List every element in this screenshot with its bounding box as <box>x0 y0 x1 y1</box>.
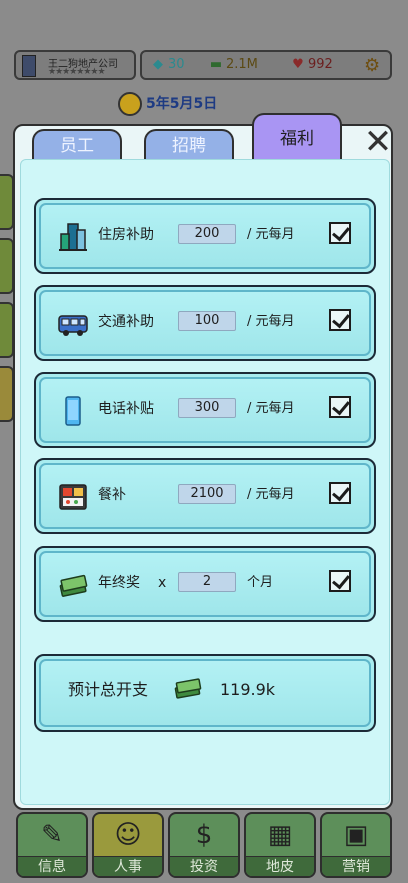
side-tab[interactable] <box>0 366 14 422</box>
settings-gear-icon[interactable]: ⚙ <box>364 55 380 76</box>
cash-icon <box>59 574 88 597</box>
benefit-label: 电话补贴 <box>98 401 154 417</box>
side-tab[interactable] <box>0 174 14 230</box>
phone-icon <box>65 396 81 426</box>
benefit-unit: / 元每月 <box>247 227 295 242</box>
meal-checkbox[interactable] <box>329 482 351 504</box>
multiplier-sign: x <box>158 575 167 591</box>
cash-stack-icon: ▬ <box>209 57 223 72</box>
benefit-unit: / 元每月 <box>247 487 295 502</box>
nav-label: 营销 <box>322 856 390 876</box>
benefit-row-housing: 住房补助 200 / 元每月 <box>34 198 376 274</box>
total-expense-box: 预计总开支 119.9k <box>34 654 376 732</box>
building-icon <box>59 223 87 251</box>
company-badge[interactable]: 王二狗地产公司 ★★★★★★★★ <box>14 50 136 80</box>
nav-label: 信息 <box>18 856 86 876</box>
gems-resource: ◆ 30 <box>148 57 185 72</box>
nav-invest-button[interactable]: $ 投资 <box>168 812 240 878</box>
shopping-bag-icon: ▣ <box>343 820 369 850</box>
benefit-row-bonus: 年终奖 x 2 个月 <box>34 546 376 622</box>
money-resource: ▬ 2.1M <box>206 57 258 72</box>
bus-icon <box>58 315 88 336</box>
close-icon[interactable]: ✕ <box>358 124 398 160</box>
benefit-label: 餐补 <box>98 487 126 503</box>
nav-land-button[interactable]: ▦ 地皮 <box>244 812 316 878</box>
total-expense-label: 预计总开支 <box>68 680 149 699</box>
benefit-unit: / 元每月 <box>247 401 295 416</box>
benefit-row-phone: 电话补贴 300 / 元每月 <box>34 372 376 448</box>
nav-label: 投资 <box>170 856 238 876</box>
benefit-unit: 个月 <box>247 575 274 590</box>
heart-icon: ♥ <box>292 57 304 72</box>
side-tab[interactable] <box>0 302 14 358</box>
tab-benefits[interactable]: 福利 <box>252 113 342 161</box>
bonus-checkbox[interactable] <box>329 570 351 592</box>
tab-recruit[interactable]: 招聘 <box>144 129 234 161</box>
benefit-row-transport: 交通补助 100 / 元每月 <box>34 285 376 361</box>
bottom-nav: ✎ 信息 ☺ 人事 $ 投资 ▦ 地皮 ▣ 营销 <box>0 806 408 883</box>
benefit-unit: / 元每月 <box>247 314 295 329</box>
gem-icon: ◆ <box>153 57 163 72</box>
nav-marketing-button[interactable]: ▣ 营销 <box>320 812 392 878</box>
cash-icon <box>174 678 202 699</box>
bonus-months-field[interactable]: 2 <box>178 572 236 592</box>
benefit-row-meal: 餐补 2100 / 元每月 <box>34 458 376 534</box>
gems-count: 30 <box>168 57 185 72</box>
meal-icon <box>59 484 87 510</box>
company-logo-icon <box>22 55 36 77</box>
nav-label: 人事 <box>94 856 162 876</box>
meal-amount-field[interactable]: 2100 <box>178 484 236 504</box>
transport-checkbox[interactable] <box>329 309 351 331</box>
date-text: 5年5月5日 <box>146 96 218 112</box>
benefit-label: 住房补助 <box>98 227 154 243</box>
hearts-count: 992 <box>308 57 333 72</box>
tab-staff[interactable]: 员工 <box>32 129 122 161</box>
benefit-label: 年终奖 <box>98 575 140 591</box>
housing-checkbox[interactable] <box>329 222 351 244</box>
benefit-label: 交通补助 <box>98 314 154 330</box>
housing-amount-field[interactable]: 200 <box>178 224 236 244</box>
resource-bar: ◆ 30 ▬ 2.1M ♥ 992 ⚙ <box>140 50 392 80</box>
phone-amount-field[interactable]: 300 <box>178 398 236 418</box>
money-amount: 2.1M <box>226 57 258 72</box>
building-icon: ▦ <box>267 820 293 850</box>
notebook-icon: ✎ <box>41 820 63 850</box>
transport-amount-field[interactable]: 100 <box>178 311 236 331</box>
money-icon: $ <box>195 820 213 850</box>
top-bar: 王二狗地产公司 ★★★★★★★★ ◆ 30 ▬ 2.1M ♥ 992 ⚙ <box>0 44 408 90</box>
phone-checkbox[interactable] <box>329 396 351 418</box>
clock-icon <box>118 92 142 116</box>
hearts-resource: ♥ 992 <box>288 57 333 72</box>
total-expense-value: 119.9k <box>220 680 276 699</box>
nav-personnel-button[interactable]: ☺ 人事 <box>92 812 164 878</box>
person-icon: ☺ <box>114 820 142 850</box>
side-tab[interactable] <box>0 238 14 294</box>
game-date: 5年5月5日 <box>118 92 217 116</box>
nav-label: 地皮 <box>246 856 314 876</box>
company-rating: ★★★★★★★★ <box>48 67 106 77</box>
nav-info-button[interactable]: ✎ 信息 <box>16 812 88 878</box>
